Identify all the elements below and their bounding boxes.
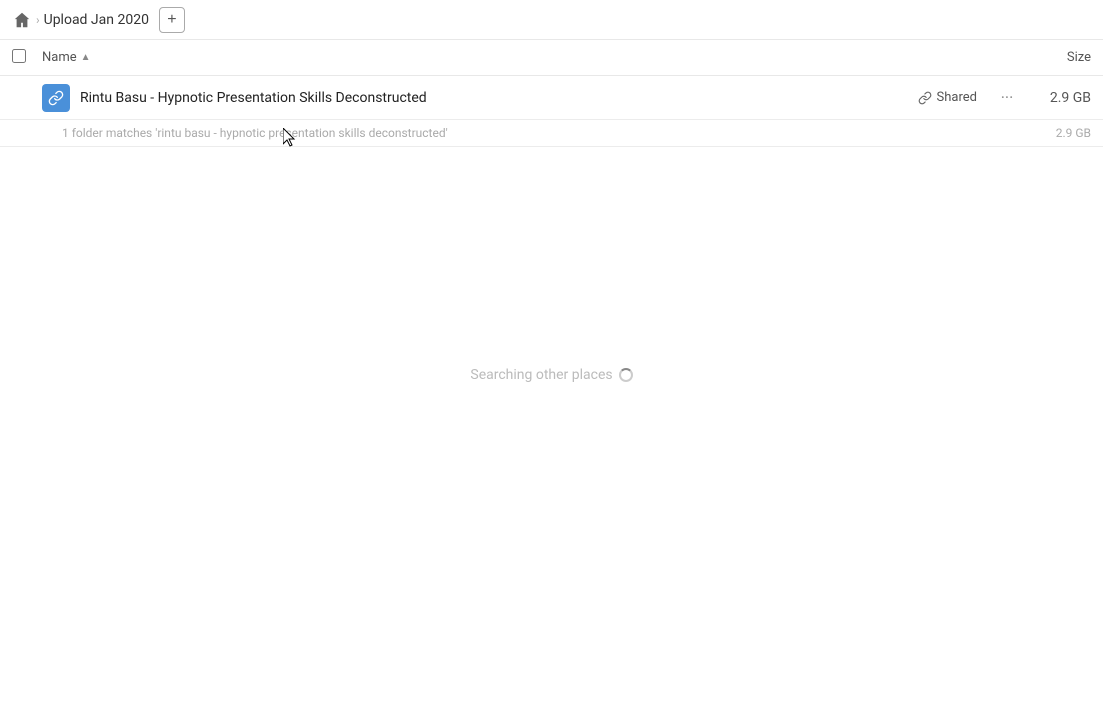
sort-arrow-icon: ▲ [81, 52, 91, 63]
searching-other-places: Searching other places [0, 367, 1103, 383]
name-column-header[interactable]: Name ▲ [42, 50, 1011, 65]
file-size-value: 2.9 GB [1031, 90, 1091, 106]
file-name-label: Rintu Basu - Hypnotic Presentation Skill… [80, 90, 918, 106]
breadcrumb-chevron: › [36, 13, 40, 27]
link-icon [918, 91, 932, 105]
shared-indicator: Shared [918, 90, 977, 105]
searching-label: Searching other places [470, 367, 612, 383]
loading-spinner [619, 368, 633, 382]
folder-link-icon [48, 90, 64, 106]
size-column-header: Size [1011, 50, 1091, 65]
add-button[interactable]: + [159, 7, 185, 33]
select-all-input[interactable] [12, 49, 26, 63]
breadcrumb-bar: › Upload Jan 2020 + [0, 0, 1103, 40]
home-icon[interactable] [12, 10, 32, 30]
match-size-value: 2.9 GB [1031, 126, 1091, 140]
more-options-button[interactable]: ··· [993, 84, 1021, 112]
select-all-checkbox[interactable] [12, 49, 32, 67]
file-row[interactable]: Rintu Basu - Hypnotic Presentation Skill… [0, 76, 1103, 120]
shared-label: Shared [937, 90, 977, 105]
match-description: 1 folder matches 'rintu basu - hypnotic … [62, 126, 1031, 140]
column-headers: Name ▲ Size [0, 40, 1103, 76]
file-type-icon [42, 84, 70, 112]
breadcrumb-title: Upload Jan 2020 [44, 12, 149, 28]
match-info-row: 1 folder matches 'rintu basu - hypnotic … [0, 120, 1103, 147]
